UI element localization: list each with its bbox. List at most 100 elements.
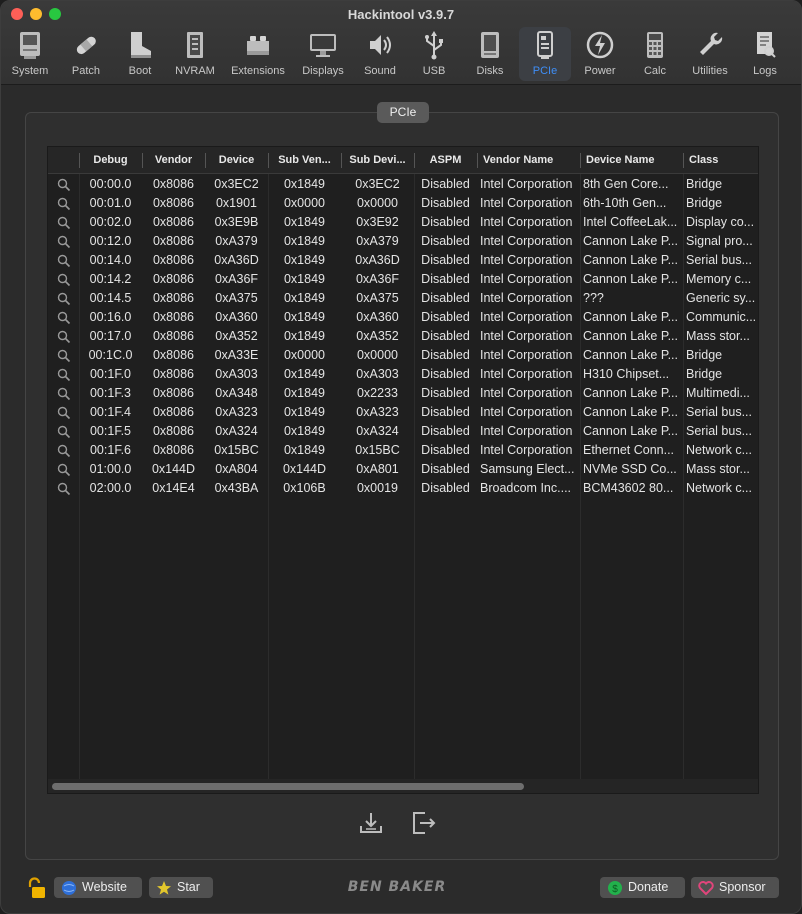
horizontal-scrollbar-thumb[interactable] bbox=[52, 783, 524, 790]
cell-class: Network c... bbox=[686, 443, 752, 457]
toolbar-usb[interactable]: USB bbox=[411, 27, 457, 81]
lookup-button[interactable] bbox=[48, 194, 79, 213]
lego-brick-icon bbox=[247, 36, 269, 55]
cell-sub-vendor: 0x1849 bbox=[283, 424, 325, 438]
lookup-button[interactable] bbox=[48, 441, 79, 460]
star-button[interactable]: Star bbox=[149, 877, 213, 898]
export-share-button[interactable] bbox=[410, 809, 438, 837]
toolbar: System Patch Boot NVRAM Extensions Displ… bbox=[1, 27, 801, 83]
sponsor-button[interactable]: Sponsor bbox=[691, 877, 779, 898]
table-row[interactable]: 00:14.5 0x8086 0xA375 0x1849 0xA375 Disabled I… bbox=[48, 289, 758, 308]
table-row[interactable]: 00:02.0 0x8086 0x3E9B 0x1849 0x3E92 Disabled I… bbox=[48, 213, 758, 232]
usb-icon bbox=[425, 31, 443, 60]
cell-vendor-name: Intel Corporation bbox=[480, 405, 573, 419]
toolbar-logs[interactable]: Logs bbox=[743, 27, 787, 81]
export-download-button[interactable] bbox=[357, 809, 385, 837]
cell-aspm: Disabled bbox=[421, 424, 470, 438]
cell-device: 0x1901 bbox=[215, 196, 257, 210]
lookup-button[interactable] bbox=[48, 175, 79, 194]
table-row[interactable]: 00:00.0 0x8086 0x3EC2 0x1849 0x3EC2 Disabled I… bbox=[48, 175, 758, 194]
table-row[interactable]: 00:1F.6 0x8086 0x15BC 0x1849 0x15BC Disabled I… bbox=[48, 441, 758, 460]
table-row[interactable]: 00:14.2 0x8086 0xA36F 0x1849 0xA36F Disabled I… bbox=[48, 270, 758, 289]
cell-aspm: Disabled bbox=[421, 234, 470, 248]
column-header-vendor-name[interactable]: Vendor Name bbox=[477, 147, 580, 174]
cell-device-name: H310 Chipset... bbox=[583, 367, 670, 381]
table-row[interactable]: 00:1F.5 0x8086 0xA324 0x1849 0xA324 Disabled I… bbox=[48, 422, 758, 441]
lookup-button[interactable] bbox=[48, 308, 79, 327]
table-row[interactable]: 00:1F.0 0x8086 0xA303 0x1849 0xA303 Disabled I… bbox=[48, 365, 758, 384]
table-row[interactable]: 02:00.0 0x14E4 0x43BA 0x106B 0x0019 Disabled B… bbox=[48, 479, 758, 498]
toolbar-extensions-label: Extensions bbox=[231, 65, 285, 77]
cell-sub-device: 0x15BC bbox=[355, 443, 400, 457]
monitor-icon bbox=[310, 34, 336, 57]
toolbar-extensions[interactable]: Extensions bbox=[227, 27, 289, 81]
table-row[interactable]: 00:1C.0 0x8086 0xA33E 0x0000 0x0000 Disabled I… bbox=[48, 346, 758, 365]
lookup-button[interactable] bbox=[48, 422, 79, 441]
lookup-button[interactable] bbox=[48, 327, 79, 346]
toolbar-sound[interactable]: Sound bbox=[357, 27, 403, 81]
table-row[interactable]: 00:16.0 0x8086 0xA360 0x1849 0xA360 Disabled I… bbox=[48, 308, 758, 327]
cell-device-name: Cannon Lake P... bbox=[583, 272, 678, 286]
lookup-button[interactable] bbox=[48, 479, 79, 498]
cell-device: 0xA324 bbox=[215, 424, 258, 438]
toolbar-patch-label: Patch bbox=[71, 65, 101, 77]
toolbar-nvram[interactable]: NVRAM bbox=[171, 27, 219, 81]
toolbar-utilities[interactable]: Utilities bbox=[685, 27, 735, 81]
column-header-device[interactable]: Device bbox=[205, 147, 268, 174]
download-tray-icon bbox=[360, 813, 382, 833]
column-header-vendor[interactable]: Vendor bbox=[142, 147, 205, 174]
cell-aspm: Disabled bbox=[421, 348, 470, 362]
lookup-button[interactable] bbox=[48, 346, 79, 365]
log-document-icon bbox=[757, 32, 776, 58]
cell-vendor-name: Intel Corporation bbox=[480, 177, 573, 191]
toolbar-boot[interactable]: Boot bbox=[117, 27, 163, 81]
toolbar-calc[interactable]: Calc bbox=[633, 27, 677, 81]
donate-button[interactable]: $ Donate bbox=[600, 877, 685, 898]
table-body: 00:00.0 0x8086 0x3EC2 0x1849 0x3EC2 Disabled I… bbox=[48, 175, 758, 498]
column-header-class[interactable]: Class bbox=[683, 147, 758, 174]
lookup-button[interactable] bbox=[48, 289, 79, 308]
column-header-device-name[interactable]: Device Name bbox=[580, 147, 683, 174]
table-row[interactable]: 00:01.0 0x8086 0x1901 0x0000 0x0000 Disabled I… bbox=[48, 194, 758, 213]
column-header-debug[interactable]: Debug bbox=[79, 147, 142, 174]
lookup-button[interactable] bbox=[48, 403, 79, 422]
pcie-device-table[interactable]: Debug Vendor Device Sub Ven... Sub Devi.… bbox=[47, 146, 759, 794]
table-row[interactable]: 00:14.0 0x8086 0xA36D 0x1849 0xA36D Disabled I… bbox=[48, 251, 758, 270]
cell-sub-device: 0xA36D bbox=[355, 253, 400, 267]
toolbar-pcie[interactable]: PCIe bbox=[519, 27, 571, 81]
column-header-sub-vendor[interactable]: Sub Ven... bbox=[268, 147, 341, 174]
cell-device-name: Intel CoffeeLak... bbox=[583, 215, 678, 229]
lock-button[interactable] bbox=[25, 876, 47, 900]
cell-device-name: ??? bbox=[583, 291, 604, 305]
table-row[interactable]: 00:12.0 0x8086 0xA379 0x1849 0xA379 Disabled I… bbox=[48, 232, 758, 251]
website-button[interactable]: Website bbox=[54, 877, 142, 898]
cell-sub-vendor: 0x1849 bbox=[283, 215, 325, 229]
cell-sub-device: 0x0000 bbox=[356, 196, 398, 210]
toolbar-displays[interactable]: Displays bbox=[297, 27, 349, 81]
lookup-button[interactable] bbox=[48, 384, 79, 403]
cell-vendor-name: Intel Corporation bbox=[480, 329, 573, 343]
lookup-button[interactable] bbox=[48, 460, 79, 479]
lookup-button[interactable] bbox=[48, 251, 79, 270]
cell-aspm: Disabled bbox=[421, 481, 470, 495]
lookup-button[interactable] bbox=[48, 365, 79, 384]
column-header-lookup[interactable] bbox=[48, 147, 79, 174]
table-row[interactable]: 01:00.0 0x144D 0xA804 0x144D 0xA801 Disabled S… bbox=[48, 460, 758, 479]
lookup-button[interactable] bbox=[48, 270, 79, 289]
lookup-button[interactable] bbox=[48, 232, 79, 251]
horizontal-scrollbar[interactable] bbox=[48, 779, 758, 793]
power-bolt-icon bbox=[586, 31, 614, 59]
column-header-sub-device[interactable]: Sub Devi... bbox=[341, 147, 414, 174]
cell-aspm: Disabled bbox=[421, 291, 470, 305]
toolbar-power[interactable]: Power bbox=[577, 27, 623, 81]
toolbar-patch[interactable]: Patch bbox=[63, 27, 109, 81]
toolbar-system[interactable]: System bbox=[7, 27, 53, 81]
toolbar-disks[interactable]: Disks bbox=[467, 27, 513, 81]
lookup-button[interactable] bbox=[48, 213, 79, 232]
toolbar-logs-label: Logs bbox=[753, 65, 777, 77]
table-row[interactable]: 00:1F.3 0x8086 0xA348 0x1849 0x2233 Disabled I… bbox=[48, 384, 758, 403]
table-row[interactable]: 00:17.0 0x8086 0xA352 0x1849 0xA352 Disabled I… bbox=[48, 327, 758, 346]
column-header-aspm[interactable]: ASPM bbox=[414, 147, 477, 174]
cell-class: Bridge bbox=[686, 177, 723, 191]
table-row[interactable]: 00:1F.4 0x8086 0xA323 0x1849 0xA323 Disabled I… bbox=[48, 403, 758, 422]
